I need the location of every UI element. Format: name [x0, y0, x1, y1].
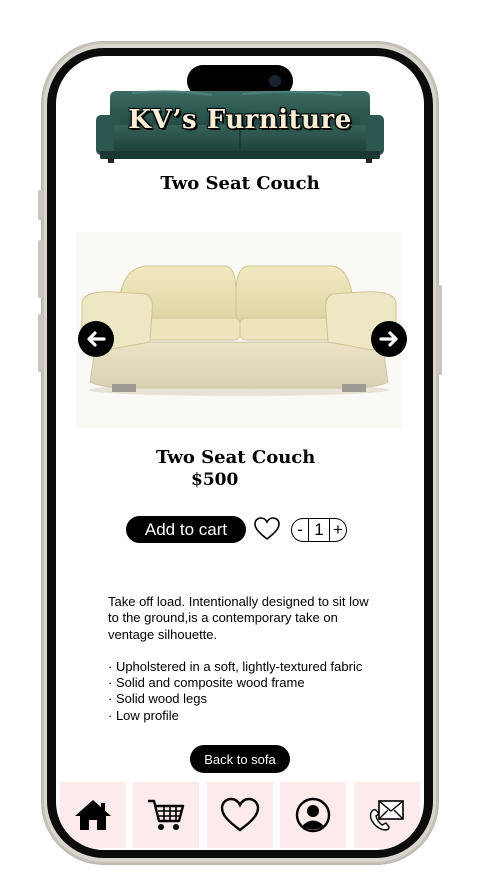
side-button-volume-up	[38, 240, 43, 298]
cart-icon	[148, 799, 185, 830]
carousel-prev-button[interactable]	[78, 321, 114, 357]
bottom-nav	[56, 782, 424, 850]
product-name: Two Seat Couch	[156, 447, 316, 468]
quantity-stepper: - 1 +	[291, 518, 347, 542]
description-bullet: · Solid and composite wood frame	[108, 675, 305, 691]
product-price: $500	[191, 470, 239, 490]
contact-phone-mail-icon	[369, 800, 404, 831]
description-intro: Take off load. Intentionally designed to…	[108, 594, 369, 642]
heart-outline-icon	[254, 517, 280, 541]
brand-name: KV’s Furniture	[128, 105, 352, 135]
description-bullet: · Low profile	[108, 707, 179, 723]
quantity-value: 1	[309, 519, 330, 541]
favorite-button[interactable]	[253, 515, 281, 543]
nav-favorites[interactable]	[207, 782, 273, 848]
arrow-right-circle-icon	[379, 331, 398, 347]
side-button-action	[38, 190, 43, 220]
carousel-next-button[interactable]	[371, 321, 407, 357]
description-bullet: · Solid wood legs	[108, 691, 207, 707]
product-description: Take off load. Intentionally designed to…	[108, 594, 370, 724]
nav-home[interactable]	[60, 782, 126, 848]
camera-icon	[269, 75, 281, 87]
side-button-power	[437, 285, 442, 375]
quantity-decrement-button[interactable]: -	[292, 519, 309, 541]
nav-profile[interactable]	[280, 782, 346, 848]
product-image	[76, 232, 402, 428]
user-profile-icon	[295, 797, 331, 833]
home-icon	[75, 800, 111, 830]
nav-contact[interactable]	[354, 782, 420, 848]
heart-icon	[220, 797, 260, 832]
description-bullet: · Upholstered in a soft, lightly-texture…	[108, 658, 363, 674]
back-to-sofa-button[interactable]: Back to sofa	[190, 745, 290, 773]
sofa-photo	[81, 265, 397, 396]
quantity-increment-button[interactable]: +	[330, 519, 346, 541]
arrow-left-circle-icon	[87, 331, 106, 347]
brand-logo[interactable]: KV’s Furniture	[92, 89, 388, 163]
nav-cart[interactable]	[133, 782, 199, 848]
app-screen: KV’s Furniture Two Seat Couch Two Seat C…	[56, 56, 424, 850]
page-title: Two Seat Couch	[160, 173, 320, 194]
add-to-cart-button[interactable]: Add to cart	[126, 516, 246, 543]
side-button-volume-down	[38, 314, 43, 372]
